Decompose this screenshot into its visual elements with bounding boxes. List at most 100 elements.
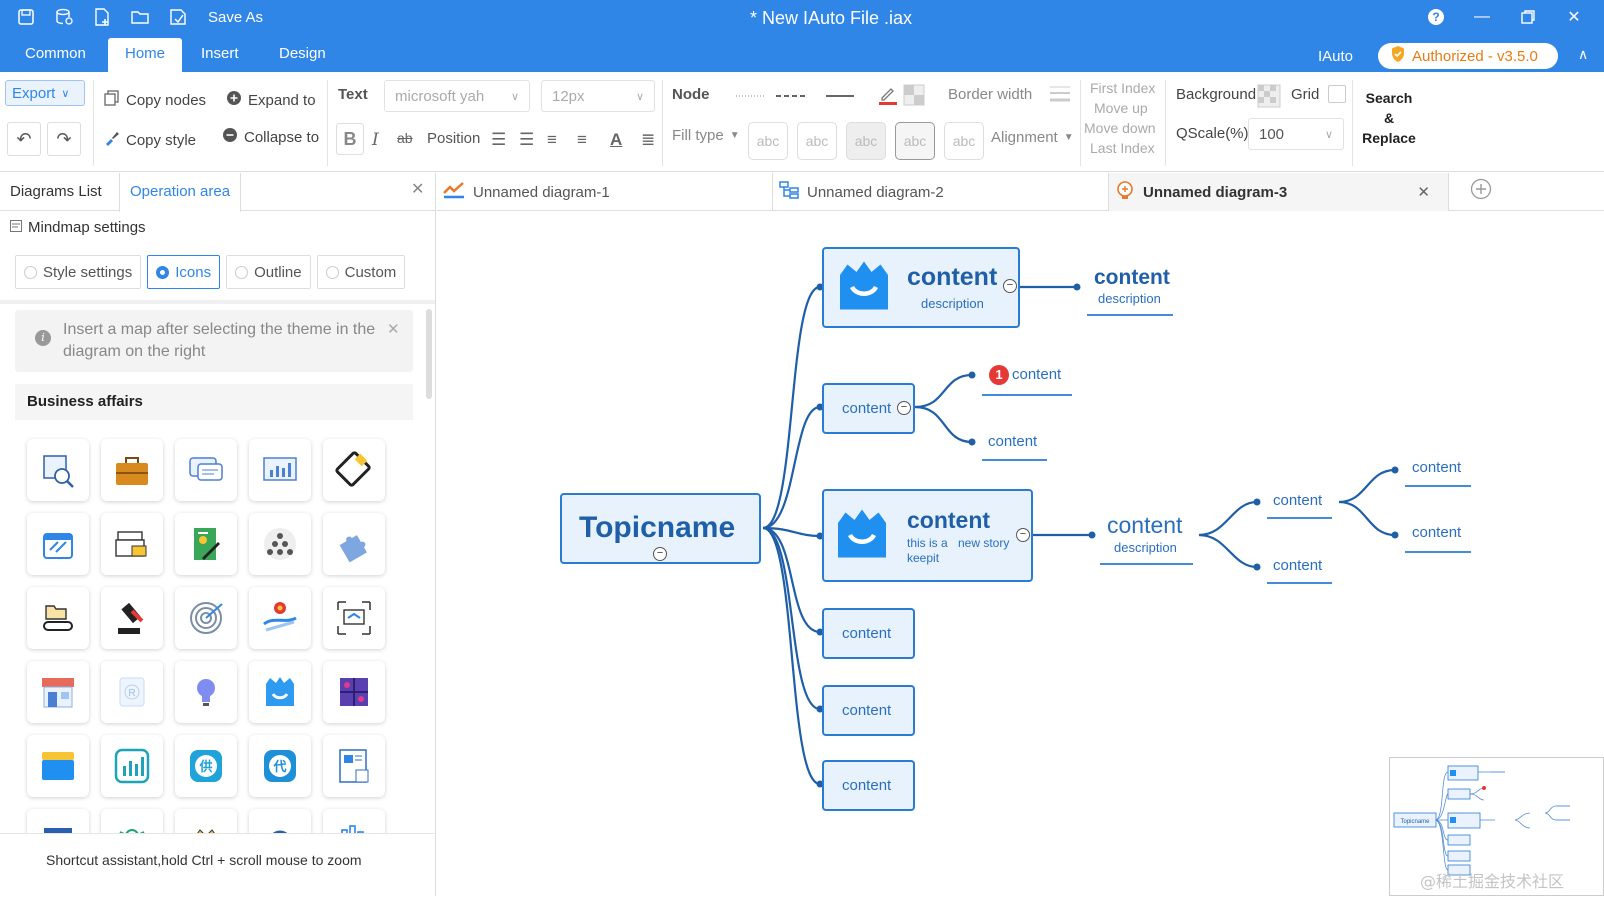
topic-node-3[interactable]: content this is a new story keepit bbox=[822, 489, 1033, 582]
shop-icon[interactable] bbox=[27, 661, 89, 723]
document-search-icon[interactable] bbox=[27, 439, 89, 501]
radio-style-settings[interactable]: Style settings bbox=[15, 255, 142, 289]
font-color-icon[interactable]: A bbox=[610, 130, 622, 150]
border-color-icon[interactable] bbox=[878, 84, 898, 106]
add-tab-icon[interactable] bbox=[1470, 178, 1492, 206]
topic-node-6[interactable]: content bbox=[822, 760, 915, 811]
first-index-button[interactable]: First Index bbox=[1090, 80, 1155, 96]
save-icon[interactable] bbox=[14, 5, 38, 29]
agent-icon[interactable]: 代 bbox=[249, 735, 311, 797]
gavel-icon[interactable] bbox=[101, 587, 163, 649]
diagram-canvas[interactable]: Topicname − content description − conten… bbox=[437, 212, 1604, 896]
puzzle-icon[interactable] bbox=[323, 513, 385, 575]
strikethrough-button[interactable]: ab bbox=[397, 130, 413, 146]
align-left-icon[interactable]: ☰ bbox=[491, 130, 506, 150]
line-style-dashed-icon[interactable] bbox=[776, 94, 806, 98]
maximize-icon[interactable] bbox=[1516, 5, 1540, 29]
route-plan-icon[interactable] bbox=[249, 587, 311, 649]
new-file-icon[interactable] bbox=[90, 5, 114, 29]
radio-icons[interactable]: Icons bbox=[147, 255, 221, 289]
root-collapse-toggle[interactable]: − bbox=[653, 547, 667, 561]
bold-button[interactable]: B bbox=[336, 123, 364, 155]
style-preset-4[interactable]: abc bbox=[895, 122, 935, 160]
payment-card-icon[interactable] bbox=[323, 439, 385, 501]
fill-pattern-icon[interactable] bbox=[903, 84, 925, 106]
r-badge-icon[interactable]: R bbox=[101, 661, 163, 723]
license-badge[interactable]: Authorized - v3.5.0 bbox=[1378, 43, 1558, 69]
shopping-bag-icon[interactable] bbox=[249, 661, 311, 723]
align-right-icon[interactable]: ≡ bbox=[577, 130, 587, 150]
cash-register-icon[interactable] bbox=[101, 513, 163, 575]
tab-insert[interactable]: Insert bbox=[184, 38, 256, 72]
doc-tab-2[interactable]: Unnamed diagram-2 bbox=[773, 173, 1109, 211]
folder-hand-icon[interactable] bbox=[27, 587, 89, 649]
redo-button[interactable]: ↷ bbox=[47, 122, 81, 156]
topic-node-5[interactable]: content bbox=[822, 685, 915, 736]
collapse-ribbon-icon[interactable]: ∧ bbox=[1578, 46, 1588, 63]
node-2-collapse-toggle[interactable]: − bbox=[897, 401, 911, 415]
certificate-pen-icon[interactable] bbox=[175, 513, 237, 575]
collapse-to-button[interactable]: Collapse to bbox=[222, 127, 319, 147]
node-3-collapse-toggle[interactable]: − bbox=[1016, 528, 1030, 542]
line-style-dotted-icon[interactable] bbox=[736, 94, 766, 98]
open-folder-icon[interactable] bbox=[128, 5, 152, 29]
align-center-icon[interactable]: ☰ bbox=[519, 130, 534, 150]
chart-screen-icon[interactable] bbox=[249, 439, 311, 501]
node-3-grandchild-2[interactable]: content bbox=[1273, 557, 1322, 574]
style-preset-2[interactable]: abc bbox=[797, 122, 837, 160]
target-icon[interactable] bbox=[175, 587, 237, 649]
copy-style-button[interactable]: Copy style bbox=[104, 130, 196, 150]
node-3-child-title[interactable]: content bbox=[1107, 512, 1182, 539]
search-replace-button[interactable]: Search & Replace bbox=[1358, 88, 1420, 148]
minimize-icon[interactable]: — bbox=[1470, 5, 1494, 29]
database-save-icon[interactable] bbox=[52, 5, 76, 29]
tab-common[interactable]: Common bbox=[8, 38, 103, 72]
grid-checkbox[interactable] bbox=[1328, 85, 1346, 103]
storefront-icon[interactable] bbox=[27, 513, 89, 575]
tab-diagrams-list[interactable]: Diagrams List bbox=[0, 173, 112, 211]
news-report-icon[interactable] bbox=[323, 735, 385, 797]
line-style-solid-icon[interactable] bbox=[826, 94, 854, 98]
style-preset-5[interactable]: abc bbox=[944, 122, 984, 160]
help-icon[interactable]: ? bbox=[1424, 5, 1448, 29]
node-2-child-b[interactable]: content bbox=[988, 433, 1037, 450]
chat-icon[interactable] bbox=[175, 439, 237, 501]
node-1-collapse-toggle[interactable]: − bbox=[1003, 279, 1017, 293]
style-preset-3[interactable]: abc bbox=[846, 122, 886, 160]
close-panel-icon[interactable]: ✕ bbox=[411, 179, 424, 199]
close-icon[interactable]: ✕ bbox=[1562, 5, 1586, 29]
puzzle-piece-icon[interactable] bbox=[323, 661, 385, 723]
lightbulb-icon[interactable] bbox=[175, 661, 237, 723]
topic-node-4[interactable]: content bbox=[822, 608, 915, 659]
close-tab-icon[interactable]: ✕ bbox=[1417, 183, 1430, 201]
font-family-select[interactable]: microsoft yah ∨ bbox=[384, 80, 530, 112]
expand-to-button[interactable]: Expand to bbox=[226, 90, 316, 110]
briefcase-icon[interactable] bbox=[101, 439, 163, 501]
last-index-button[interactable]: Last Index bbox=[1090, 140, 1155, 156]
team-pyramid-icon[interactable] bbox=[249, 513, 311, 575]
radio-outline[interactable]: Outline bbox=[226, 255, 311, 289]
tab-design[interactable]: Design bbox=[262, 38, 343, 72]
radio-custom[interactable]: Custom bbox=[316, 255, 406, 289]
italic-button[interactable]: I bbox=[372, 130, 379, 150]
node-3-great-grandchild-1[interactable]: content bbox=[1412, 459, 1461, 476]
node-2-child-a[interactable]: content bbox=[1012, 366, 1061, 383]
move-up-button[interactable]: Move up bbox=[1094, 100, 1148, 116]
node-3-grandchild-1[interactable]: content bbox=[1273, 492, 1322, 509]
doc-tab-3[interactable]: Unnamed diagram-3 ✕ bbox=[1109, 173, 1449, 211]
save-as-label[interactable]: Save As bbox=[208, 9, 263, 26]
style-preset-1[interactable]: abc bbox=[748, 122, 788, 160]
close-notice-icon[interactable]: ✕ bbox=[387, 320, 400, 338]
line-height-icon[interactable]: ≣ bbox=[641, 130, 655, 150]
save-as-icon[interactable] bbox=[166, 5, 190, 29]
export-button[interactable]: Export ∨ bbox=[5, 80, 85, 106]
scrollbar[interactable] bbox=[426, 309, 432, 399]
supply-icon[interactable]: 供 bbox=[175, 735, 237, 797]
fill-type-dropdown[interactable]: Fill type ▼ bbox=[672, 127, 740, 144]
alignment-dropdown[interactable]: Alignment ▼ bbox=[991, 129, 1074, 146]
node-3-great-grandchild-2[interactable]: content bbox=[1412, 524, 1461, 541]
doc-tab-1[interactable]: Unnamed diagram-1 bbox=[437, 173, 773, 211]
border-width-icon[interactable] bbox=[1049, 84, 1071, 104]
copy-nodes-button[interactable]: Copy nodes bbox=[104, 90, 206, 110]
tab-home[interactable]: Home bbox=[108, 38, 183, 72]
